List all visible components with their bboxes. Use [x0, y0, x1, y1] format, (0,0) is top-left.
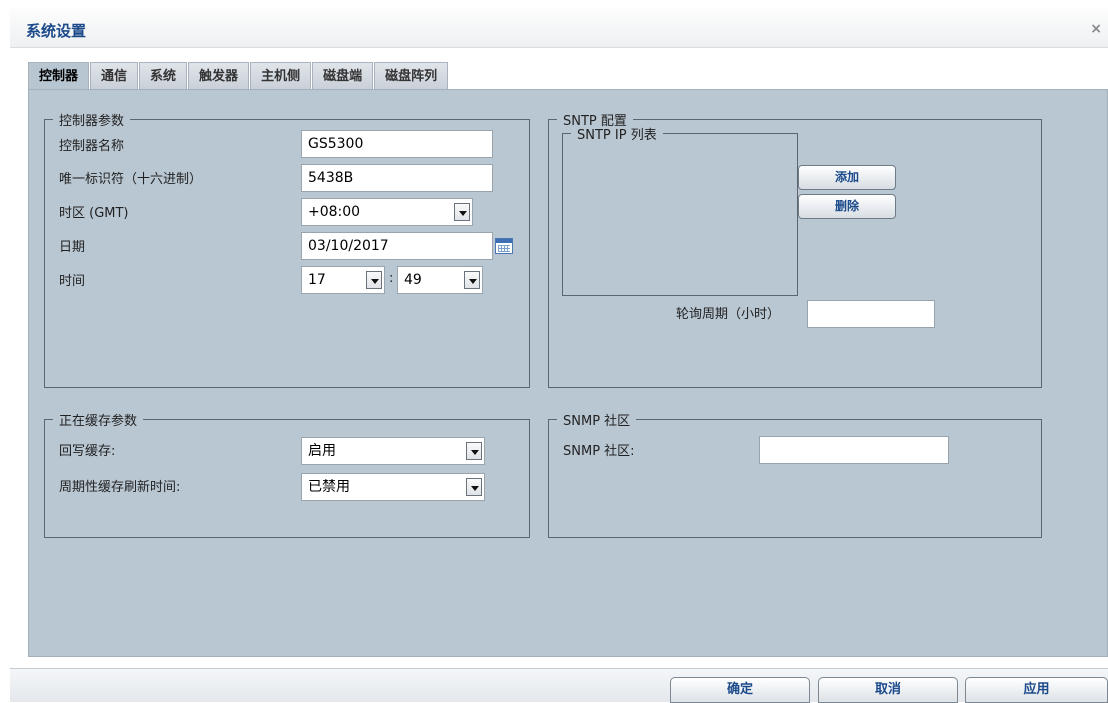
- timezone-select[interactable]: +08:00: [301, 198, 473, 226]
- controller-name-input[interactable]: GS5300: [301, 130, 493, 158]
- snmp-community-legend: SNMP 社区: [563, 414, 631, 429]
- chevron-down-icon[interactable]: [464, 271, 480, 289]
- tab-bar: 控制器 通信 系统 触发器 主机侧 磁盘端 磁盘阵列: [28, 62, 449, 89]
- cancel-button[interactable]: 取消: [818, 677, 958, 703]
- tab-controller[interactable]: 控制器: [28, 62, 90, 89]
- controller-name-label: 控制器名称: [59, 139, 125, 154]
- controller-tab-panel: 控制器参数 控制器名称 GS5300 唯一标识符（十六进制） 5438B 时区 …: [28, 89, 1108, 657]
- tab-communication[interactable]: 通信: [90, 62, 139, 89]
- cache-flush-label: 周期性缓存刷新时间:: [59, 480, 181, 495]
- close-icon[interactable]: ×: [1090, 21, 1102, 37]
- minute-value: 49: [404, 272, 422, 288]
- writeback-cache-value: 启用: [308, 443, 336, 459]
- poll-period-input[interactable]: [807, 300, 935, 328]
- uid-label: 唯一标识符（十六进制）: [59, 172, 203, 187]
- hour-select[interactable]: 17: [301, 266, 385, 294]
- timezone-label: 时区 (GMT): [59, 206, 129, 221]
- sntp-ip-list[interactable]: SNTP IP 列表: [562, 124, 798, 296]
- cache-flush-value: 已禁用: [308, 479, 350, 495]
- dialog-footer: 确定 取消 应用: [10, 668, 1108, 703]
- tab-system[interactable]: 系统: [139, 62, 188, 89]
- tab-trigger[interactable]: 触发器: [188, 62, 250, 89]
- calendar-icon[interactable]: [495, 238, 513, 254]
- timezone-value: +08:00: [308, 204, 361, 220]
- cache-params-legend: 正在缓存参数: [59, 414, 138, 429]
- snmp-community-group: SNMP 社区: [548, 410, 1042, 538]
- tab-host-side[interactable]: 主机侧: [250, 62, 312, 89]
- dialog-title: 系统设置: [26, 22, 87, 40]
- writeback-cache-label: 回写缓存:: [59, 444, 116, 459]
- title-bar: 系统设置 ×: [10, 8, 1108, 48]
- tab-disk-array[interactable]: 磁盘阵列: [374, 62, 449, 89]
- add-button[interactable]: 添加: [798, 165, 896, 190]
- snmp-community-input[interactable]: [759, 436, 949, 464]
- ok-button[interactable]: 确定: [670, 677, 810, 703]
- snmp-community-label: SNMP 社区:: [563, 444, 635, 459]
- controller-params-legend: 控制器参数: [59, 114, 125, 129]
- chevron-down-icon[interactable]: [366, 271, 382, 289]
- time-separator: :: [389, 271, 394, 286]
- date-input[interactable]: 03/10/2017: [301, 232, 493, 260]
- poll-period-label: 轮询周期（小时）: [676, 307, 781, 322]
- dialog-content: 控制器 通信 系统 触发器 主机侧 磁盘端 磁盘阵列 控制器参数 控制器名称 G…: [10, 48, 1108, 668]
- tab-disk-side[interactable]: 磁盘端: [312, 62, 374, 89]
- date-label: 日期: [59, 240, 86, 255]
- time-label: 时间: [59, 274, 86, 289]
- chevron-down-icon[interactable]: [454, 203, 470, 221]
- delete-button[interactable]: 删除: [798, 194, 896, 219]
- system-settings-dialog: 系统设置 × 控制器 通信 系统 触发器 主机侧 磁盘端 磁盘阵列 控制器参数 …: [0, 0, 1108, 703]
- cache-flush-select[interactable]: 已禁用: [301, 473, 485, 501]
- hour-value: 17: [308, 272, 326, 288]
- uid-input[interactable]: 5438B: [301, 164, 493, 192]
- chevron-down-icon[interactable]: [466, 442, 482, 460]
- chevron-down-icon[interactable]: [466, 478, 482, 496]
- minute-select[interactable]: 49: [397, 266, 483, 294]
- writeback-cache-select[interactable]: 启用: [301, 437, 485, 465]
- sntp-ip-list-legend: SNTP IP 列表: [577, 128, 657, 143]
- apply-button[interactable]: 应用: [965, 677, 1108, 703]
